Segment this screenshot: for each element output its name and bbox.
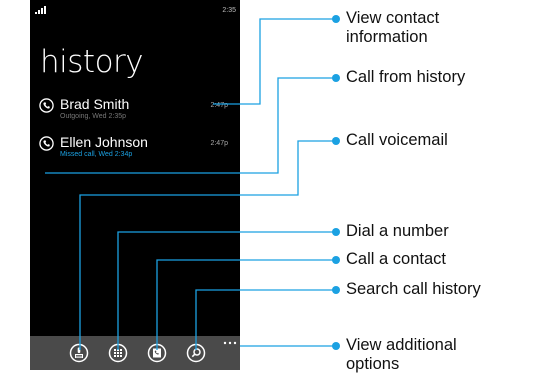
keypad-icon [108, 343, 128, 363]
page-title: history [40, 44, 144, 80]
more-options-icon[interactable] [222, 338, 238, 348]
callout-dot [332, 256, 340, 264]
callout-dot [332, 228, 340, 236]
callout-label: information [346, 28, 428, 46]
voicemail-icon [69, 343, 89, 363]
contact-name[interactable]: Ellen Johnson [60, 134, 148, 150]
phone-call-icon[interactable] [39, 136, 54, 151]
callout-dot [332, 74, 340, 82]
phone-screen: 2:35 history Brad Smith Outgoing, Wed 2:… [30, 0, 240, 336]
voicemail-button[interactable] [69, 343, 89, 363]
callout-dot [332, 15, 340, 23]
contacts-icon [147, 343, 167, 363]
contacts-button[interactable] [147, 343, 167, 363]
annotated-screenshot: 2:35 history Brad Smith Outgoing, Wed 2:… [0, 0, 554, 378]
callout-search-history: Search call history [346, 280, 481, 298]
search-icon [186, 343, 206, 363]
app-bar [30, 336, 240, 370]
phone-call-icon[interactable] [39, 98, 54, 113]
call-time: 2:47p [210, 140, 228, 147]
call-detail: Outgoing, Wed 2:35p [60, 113, 127, 120]
callout-dot [332, 137, 340, 145]
status-time: 2:35 [222, 7, 236, 14]
callout-dot [332, 286, 340, 294]
call-detail: Missed call, Wed 2:34p [60, 151, 133, 158]
callout-call-contact: Call a contact [346, 250, 446, 268]
callout-label: View contact [346, 9, 440, 27]
callout-view-contact: View contact information [346, 9, 439, 47]
signal-strength-icon [35, 6, 46, 14]
callout-label: View additional [346, 336, 457, 354]
search-button[interactable] [186, 343, 206, 363]
keypad-button[interactable] [108, 343, 128, 363]
callout-call-from-history: Call from history [346, 68, 466, 86]
contact-name[interactable]: Brad Smith [60, 96, 129, 112]
call-time: 2:47p [210, 102, 228, 109]
callout-call-voicemail: Call voicemail [346, 131, 448, 149]
callout-view-options: View additional options [346, 336, 457, 374]
callout-dot [332, 342, 340, 350]
callout-dial-number: Dial a number [346, 222, 449, 240]
callout-label: options [346, 355, 400, 373]
